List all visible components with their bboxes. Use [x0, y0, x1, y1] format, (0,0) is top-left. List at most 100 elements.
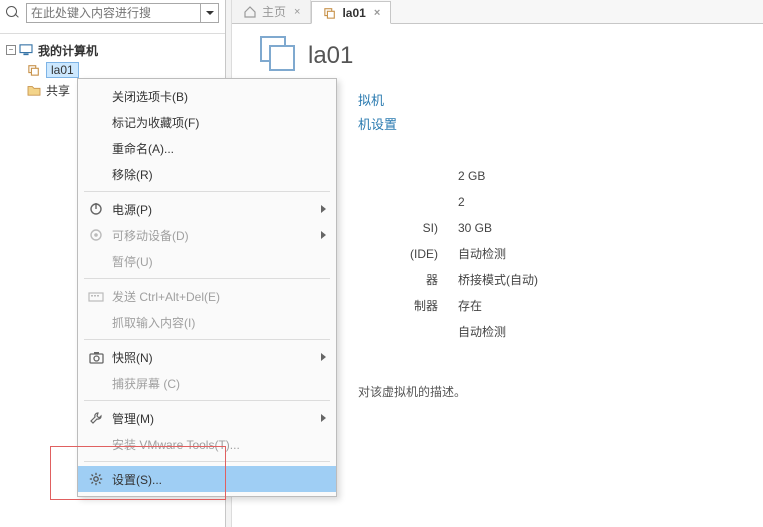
hardware-value: 自动检测: [458, 319, 749, 345]
hardware-label: [358, 319, 458, 345]
menu-item-label: 捕获屏幕 (C): [112, 375, 326, 392]
menu-separator: [84, 461, 330, 462]
snap-icon: [86, 349, 106, 365]
submenu-arrow-icon: [321, 205, 326, 213]
hardware-value: 2 GB: [458, 163, 749, 189]
menu-item-label: 电源(P): [112, 201, 321, 218]
hardware-list: 2 GB2SI)30 GB(IDE)自动检测器桥接模式(自动)制器存在自动检测: [358, 163, 749, 345]
menu-item-capture: 捕获屏幕 (C): [78, 370, 336, 396]
tab-home[interactable]: 主页 ×: [232, 0, 311, 23]
tree-item-my-computer[interactable]: − 我的计算机: [4, 40, 221, 60]
tab-label: 主页: [262, 3, 286, 20]
menu-item-manage[interactable]: 管理(M): [78, 405, 336, 431]
menu-item-label: 设置(S)...: [112, 471, 326, 488]
hardware-label: 器: [358, 267, 458, 293]
menu-item-label: 发送 Ctrl+Alt+Del(E): [112, 288, 326, 305]
tree-item-la01[interactable]: la01: [4, 60, 221, 80]
hardware-label: [358, 189, 458, 215]
vm-large-icon: [258, 34, 298, 77]
device-icon: [86, 227, 106, 243]
wrench-icon: [86, 410, 106, 426]
menu-item-removable: 可移动设备(D): [78, 222, 336, 248]
menu-item-label: 标记为收藏项(F): [112, 114, 326, 131]
submenu-arrow-icon: [321, 231, 326, 239]
hardware-value: 30 GB: [458, 215, 749, 241]
hardware-row: (IDE)自动检测: [358, 241, 749, 267]
menu-item-pause: 暂停(U): [78, 248, 336, 274]
hardware-row: 器桥接模式(自动): [358, 267, 749, 293]
blank-icon: [86, 114, 106, 130]
search-dropdown-button[interactable]: [201, 3, 219, 23]
kbd-icon: [86, 288, 106, 304]
menu-item-label: 管理(M): [112, 410, 321, 427]
hardware-row: 自动检测: [358, 319, 749, 345]
title-row: la01: [258, 34, 749, 77]
vm-icon: [322, 5, 338, 21]
hardware-label: SI): [358, 215, 458, 241]
menu-item-label: 重命名(A)...: [112, 140, 326, 157]
hardware-value: 存在: [458, 293, 749, 319]
blank-icon: [86, 140, 106, 156]
home-icon: [242, 4, 258, 20]
search-input[interactable]: [26, 3, 201, 23]
tab-bar: 主页 × la01 ×: [232, 0, 763, 24]
menu-item-settings[interactable]: 设置(S)...: [78, 466, 336, 492]
blank-icon: [86, 436, 106, 452]
menu-item-remove[interactable]: 移除(R): [78, 161, 336, 187]
submenu-arrow-icon: [321, 353, 326, 361]
menu-item-rename[interactable]: 重命名(A)...: [78, 135, 336, 161]
close-icon[interactable]: ×: [374, 7, 380, 19]
menu-item-vmtools: 安装 VMware Tools(T)...: [78, 431, 336, 457]
menu-item-label: 安装 VMware Tools(T)...: [112, 436, 326, 453]
menu-item-label: 移除(R): [112, 166, 326, 183]
page-title: la01: [308, 42, 353, 70]
hardware-value: 2: [458, 189, 749, 215]
blank-icon: [86, 375, 106, 391]
blank-icon: [86, 314, 106, 330]
menu-separator: [84, 400, 330, 401]
link-power-on[interactable]: 拟机: [358, 89, 749, 113]
menu-separator: [84, 278, 330, 279]
blank-icon: [86, 166, 106, 182]
hardware-row: SI)30 GB: [358, 215, 749, 241]
link-edit-settings[interactable]: 机设置: [358, 113, 749, 137]
menu-item-label: 关闭选项卡(B): [112, 88, 326, 105]
search-icon: [6, 6, 20, 20]
separator: [0, 26, 225, 34]
hardware-label: [358, 163, 458, 189]
menu-separator: [84, 191, 330, 192]
collapse-icon[interactable]: −: [6, 45, 16, 55]
description: 对该虚拟机的描述。: [358, 383, 749, 400]
submenu-arrow-icon: [321, 414, 326, 422]
context-menu: 关闭选项卡(B) 标记为收藏项(F) 重命名(A)... 移除(R) 电源(P) 可移动设…: [77, 78, 337, 497]
tab-la01[interactable]: la01 ×: [311, 1, 391, 24]
menu-item-sendcad: 发送 Ctrl+Alt+Del(E): [78, 283, 336, 309]
monitor-icon: [18, 42, 34, 58]
tab-label: la01: [342, 6, 365, 20]
chevron-down-icon: [206, 11, 214, 15]
folder-icon: [26, 82, 42, 98]
menu-item-close-tab[interactable]: 关闭选项卡(B): [78, 83, 336, 109]
vm-icon: [26, 62, 42, 78]
menu-item-power[interactable]: 电源(P): [78, 196, 336, 222]
menu-separator: [84, 339, 330, 340]
close-icon[interactable]: ×: [294, 6, 300, 18]
menu-item-label: 抓取输入内容(I): [112, 314, 326, 331]
tree-item-label: 我的计算机: [38, 42, 98, 59]
blank-icon: [86, 88, 106, 104]
hardware-label: 制器: [358, 293, 458, 319]
menu-item-label: 暂停(U): [112, 253, 326, 270]
hardware-value: 桥接模式(自动): [458, 267, 749, 293]
search-row: [0, 0, 225, 26]
actions-bar: 拟机 机设置: [358, 89, 749, 137]
menu-item-snapshot[interactable]: 快照(N): [78, 344, 336, 370]
tree-item-label: 共享: [46, 82, 70, 99]
tree-item-label: la01: [46, 62, 79, 78]
menu-item-favorite[interactable]: 标记为收藏项(F): [78, 109, 336, 135]
hardware-row: 2: [358, 189, 749, 215]
hardware-row: 制器存在: [358, 293, 749, 319]
power-icon: [86, 201, 106, 217]
gear-icon: [86, 471, 106, 487]
hardware-row: 2 GB: [358, 163, 749, 189]
menu-item-grabinput: 抓取输入内容(I): [78, 309, 336, 335]
